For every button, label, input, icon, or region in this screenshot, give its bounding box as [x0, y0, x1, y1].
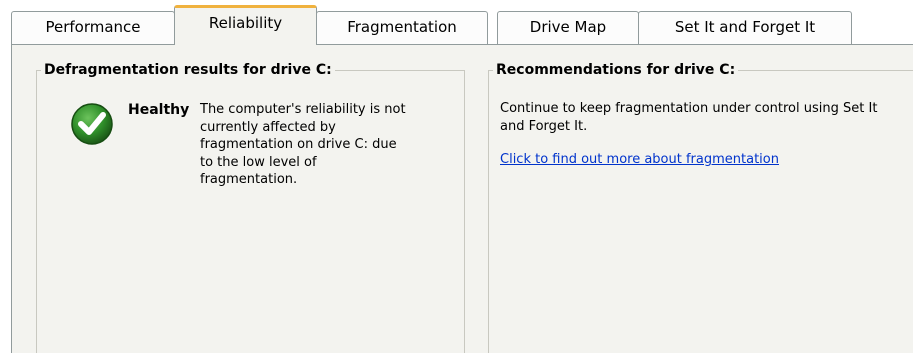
recommendation-text: Continue to keep fragmentation under con…: [500, 101, 878, 134]
recommendations-title: Recommendations for drive C:: [493, 60, 739, 80]
defrag-results-title: Defragmentation results for drive C:: [41, 60, 335, 80]
status-description: The computer's reliability is not curren…: [200, 102, 406, 187]
tab-set-it-and-forget-it[interactable]: Set It and Forget It: [638, 11, 852, 44]
check-icon: [71, 103, 113, 145]
status-label: Healthy: [128, 102, 190, 118]
tab-reliability[interactable]: Reliability: [174, 5, 317, 45]
fragmentation-info-link[interactable]: Click to find out more about fragmentati…: [500, 151, 779, 169]
tab-drive-map[interactable]: Drive Map: [497, 11, 639, 44]
tab-strip: Performance Reliability Fragmentation Dr…: [0, 0, 913, 45]
tab-fragmentation[interactable]: Fragmentation: [316, 11, 488, 44]
tab-performance[interactable]: Performance: [11, 11, 175, 44]
